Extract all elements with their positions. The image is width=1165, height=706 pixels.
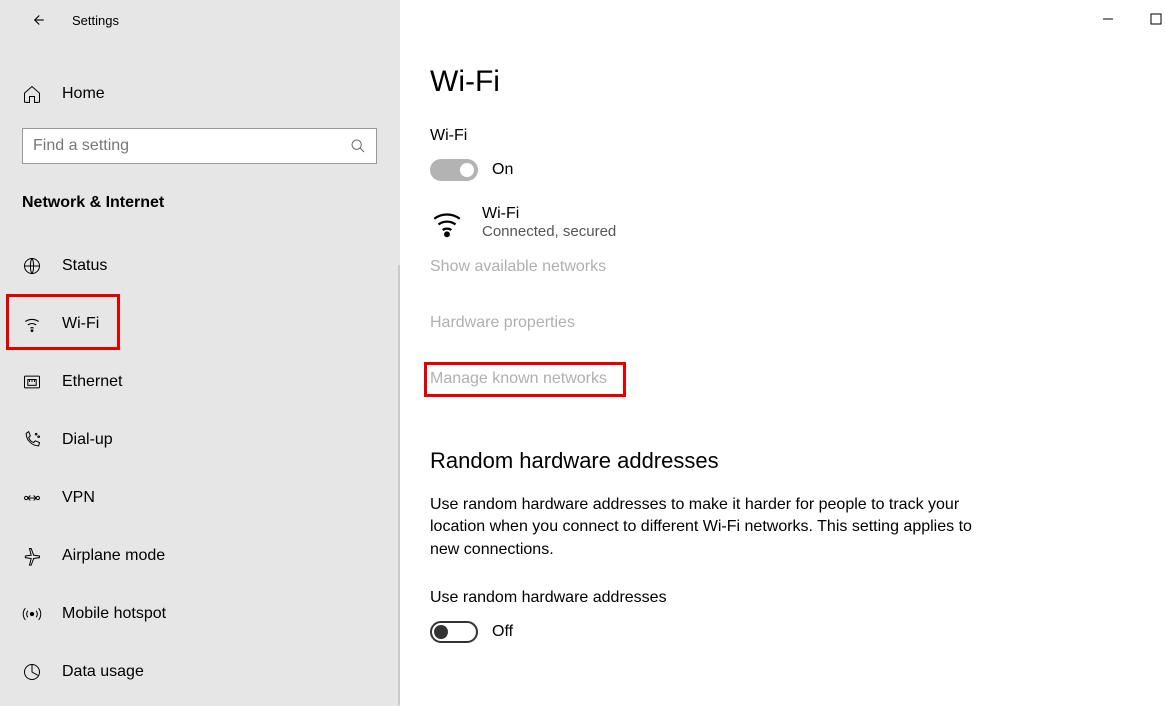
sidebar-item-airplane[interactable]: Airplane mode bbox=[0, 532, 400, 580]
random-addresses-toggle[interactable] bbox=[430, 621, 478, 643]
random-toggle-status: Off bbox=[492, 623, 513, 641]
search-box[interactable] bbox=[22, 128, 377, 164]
airplane-icon bbox=[22, 546, 42, 566]
maximize-button[interactable] bbox=[1147, 10, 1165, 28]
wifi-toggle-status: On bbox=[492, 161, 513, 179]
window-controls bbox=[1099, 0, 1165, 38]
category-label: Network & Internet bbox=[0, 164, 400, 232]
connection-name: Wi-Fi bbox=[482, 205, 616, 223]
page-title: Wi-Fi bbox=[430, 65, 1125, 99]
minimize-button[interactable] bbox=[1099, 10, 1117, 28]
main-content: Wi-Fi Wi-Fi On Wi-Fi Connected, secured … bbox=[400, 0, 1165, 706]
nav-label: Status bbox=[62, 257, 107, 275]
nav-label: Airplane mode bbox=[62, 547, 165, 565]
sidebar-item-ethernet[interactable]: Ethernet bbox=[0, 358, 400, 406]
nav-label: Dial-up bbox=[62, 431, 113, 449]
wifi-toggle-label: Wi-Fi bbox=[430, 127, 1125, 145]
link-hardware-properties[interactable]: Hardware properties bbox=[430, 314, 575, 332]
sidebar-item-hotspot[interactable]: Mobile hotspot bbox=[0, 590, 400, 638]
random-addresses-heading: Random hardware addresses bbox=[430, 448, 1125, 474]
sidebar-home[interactable]: Home bbox=[0, 70, 400, 118]
wifi-signal-icon bbox=[430, 206, 464, 240]
search-icon bbox=[350, 138, 366, 154]
arrow-left-icon bbox=[28, 11, 46, 29]
ethernet-icon bbox=[22, 372, 42, 392]
app-title: Settings bbox=[72, 13, 119, 28]
random-toggle-label: Use random hardware addresses bbox=[430, 589, 1125, 607]
vpn-icon bbox=[22, 488, 42, 508]
connection-desc: Connected, secured bbox=[482, 223, 616, 240]
hotspot-icon bbox=[22, 604, 42, 624]
data-usage-icon bbox=[22, 662, 42, 682]
search-input[interactable] bbox=[33, 137, 350, 155]
random-addresses-body: Use random hardware addresses to make it… bbox=[430, 494, 990, 561]
wifi-toggle[interactable] bbox=[430, 159, 478, 181]
sidebar-item-datausage[interactable]: Data usage bbox=[0, 648, 400, 696]
nav-label: Mobile hotspot bbox=[62, 605, 166, 623]
home-icon bbox=[22, 84, 42, 104]
nav-label: Wi-Fi bbox=[62, 315, 99, 333]
sidebar-item-dialup[interactable]: Dial-up bbox=[0, 416, 400, 464]
nav-label: Ethernet bbox=[62, 373, 122, 391]
sidebar-item-status[interactable]: Status bbox=[0, 242, 400, 290]
home-label: Home bbox=[62, 85, 105, 103]
sidebar: Settings Home Network & Internet St bbox=[0, 0, 400, 706]
globe-icon bbox=[22, 256, 42, 276]
sidebar-item-wifi[interactable]: Wi-Fi bbox=[0, 300, 400, 348]
nav-label: VPN bbox=[62, 489, 95, 507]
phone-icon bbox=[22, 430, 42, 450]
nav-list: Status Wi-Fi Ethernet Dial-up bbox=[0, 232, 400, 696]
link-show-available[interactable]: Show available networks bbox=[430, 258, 606, 276]
titlebar: Settings bbox=[0, 0, 400, 40]
back-button[interactable] bbox=[22, 5, 52, 35]
wifi-icon bbox=[22, 314, 42, 334]
nav-label: Data usage bbox=[62, 663, 144, 681]
link-manage-known-networks[interactable]: Manage known networks bbox=[430, 370, 607, 388]
wifi-connection-status[interactable]: Wi-Fi Connected, secured bbox=[430, 205, 1125, 240]
sidebar-item-vpn[interactable]: VPN bbox=[0, 474, 400, 522]
